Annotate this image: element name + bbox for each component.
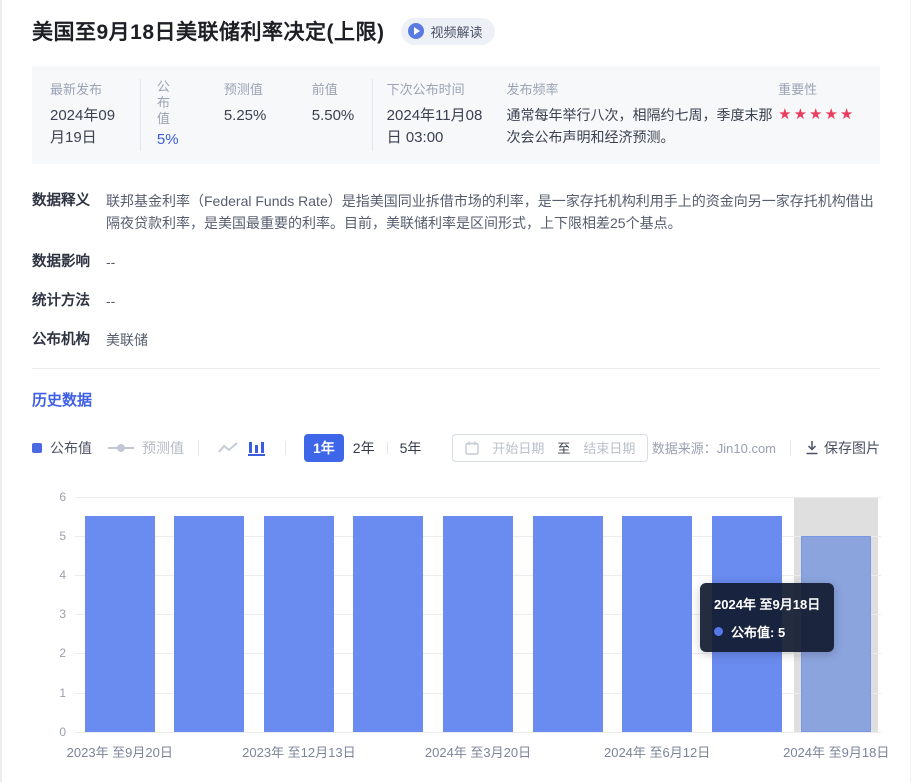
save-image-button[interactable]: 保存图片 xyxy=(805,438,880,458)
section-divider xyxy=(32,368,880,369)
y-axis-tick-label: 0 xyxy=(32,725,66,739)
tab-5-year[interactable]: 5年 xyxy=(391,434,431,462)
end-date-input[interactable]: 结束日期 xyxy=(583,438,635,457)
tab-separator xyxy=(387,442,388,454)
section-text: 美联储 xyxy=(106,329,880,351)
section-label: 数据影响 xyxy=(32,251,106,273)
stat-label: 下次公布时间 xyxy=(387,79,493,98)
chart-tooltip: 2024年 至9月18日 公布值: 5 xyxy=(700,583,834,652)
definition-sections: 数据释义 联邦基金利率（Federal Funds Rate）是指美国同业拆借市… xyxy=(32,190,880,351)
toolbar-divider xyxy=(198,441,199,455)
bar-4[interactable] xyxy=(443,516,513,731)
date-to-label: 至 xyxy=(557,438,570,457)
section-publishing-agency: 公布机构 美联储 xyxy=(32,329,880,351)
stat-importance: 重要性 ★★★★★ xyxy=(778,79,864,125)
stat-forecast: 预测值 5.25% xyxy=(224,79,284,127)
y-axis-tick-label: 4 xyxy=(32,568,66,582)
x-axis-tick-label: 2024年 至9月18日 xyxy=(783,742,889,761)
range-tabs: 1年 2年 5年 xyxy=(304,434,430,462)
section-data-definition: 数据释义 联邦基金利率（Federal Funds Rate）是指美国同业拆借市… xyxy=(32,190,880,234)
section-text: -- xyxy=(106,251,880,273)
tab-1-year[interactable]: 1年 xyxy=(304,434,344,462)
bar-6[interactable] xyxy=(622,516,692,731)
section-label: 公布机构 xyxy=(32,329,106,351)
y-axis-tick-label: 1 xyxy=(32,686,66,700)
stat-label: 最新发布 xyxy=(50,79,128,98)
calendar-icon xyxy=(465,441,479,455)
stat-label: 发布频率 xyxy=(507,79,779,98)
toolbar-divider xyxy=(790,441,791,455)
importance-stars-icon: ★★★★★ xyxy=(778,105,864,125)
legend-label: 公布值 xyxy=(50,438,92,458)
tooltip-value: 公布值: 5 xyxy=(731,622,785,641)
stat-value: 2024年11月08日 03:00 xyxy=(387,105,493,149)
line-chart-icon[interactable] xyxy=(218,441,238,455)
indicator-detail-page: 美国至9月18日美联储利率决定(上限) 视频解读 最新发布 2024年09月19… xyxy=(2,0,910,782)
stat-label: 重要性 xyxy=(778,79,864,98)
legend-published-value[interactable]: 公布值 xyxy=(32,438,92,458)
bar-1[interactable] xyxy=(174,516,244,731)
toolbar-right: 数据来源：Jin10.com 保存图片 xyxy=(652,438,880,458)
stat-value: 通常每年举行八次，相隔约七周，季度末那次会公布声明和经济预测。 xyxy=(507,105,779,148)
stat-previous: 前值 5.50% xyxy=(312,79,358,127)
gridline xyxy=(75,497,881,498)
stats-bar: 最新发布 2024年09月19日 公布值 5% 预测值 5.25% 前值 5.5… xyxy=(32,66,880,164)
x-axis-tick-label: 2024年 至6月12日 xyxy=(604,742,710,761)
chart-toolbar: 公布值 预测值 1年 2年 5年 开始日期 至 结束日期 数据来源：Jin10.… xyxy=(32,434,880,462)
gridline xyxy=(75,732,881,733)
play-icon xyxy=(408,23,424,39)
rate-history-chart: 2024年 至9月18日 公布值: 5 0 1 2 3 4 5 6 2023年 至9月20日 2… xyxy=(32,480,883,775)
stat-published-value: 公布值 5% xyxy=(157,79,197,151)
tooltip-value-row: 公布值: 5 xyxy=(714,622,820,641)
bar-5[interactable] xyxy=(533,516,603,731)
data-source-label: 数据来源：Jin10.com xyxy=(652,438,776,457)
stat-label: 前值 xyxy=(312,79,358,98)
stats-divider xyxy=(140,79,141,151)
date-range-picker[interactable]: 开始日期 至 结束日期 xyxy=(452,434,648,462)
legend-line-dot-icon xyxy=(108,447,134,449)
stat-label: 预测值 xyxy=(224,79,284,98)
stats-divider xyxy=(372,79,373,151)
x-axis-tick-label: 2024年 至3月20日 xyxy=(425,742,531,761)
save-image-label: 保存图片 xyxy=(824,438,880,458)
video-explain-button[interactable]: 视频解读 xyxy=(401,18,495,45)
bar-chart-icon[interactable] xyxy=(248,440,266,456)
y-axis-tick-label: 6 xyxy=(32,490,66,504)
section-statistic-method: 统计方法 -- xyxy=(32,290,880,312)
section-text: 联邦基金利率（Federal Funds Rate）是指美国同业拆借市场的利率，… xyxy=(106,190,880,234)
y-axis-tick-label: 3 xyxy=(32,607,66,621)
section-label: 统计方法 xyxy=(32,290,106,312)
download-icon xyxy=(805,440,819,455)
x-axis-tick-label: 2023年 至12月13日 xyxy=(242,742,355,761)
stat-label: 公布值 xyxy=(157,79,172,127)
bar-0[interactable] xyxy=(85,516,155,731)
section-label: 数据释义 xyxy=(32,190,106,234)
page-title: 美国至9月18日美联储利率决定(上限) xyxy=(32,16,385,46)
tab-2-year[interactable]: 2年 xyxy=(344,434,384,462)
video-badge-label: 视频解读 xyxy=(431,22,483,41)
stat-value: 5% xyxy=(157,129,197,151)
section-text: -- xyxy=(106,290,880,312)
start-date-input[interactable]: 开始日期 xyxy=(492,438,544,457)
x-axis-tick-label: 2023年 至9月20日 xyxy=(67,742,173,761)
stat-release-frequency: 发布频率 通常每年举行八次，相隔约七周，季度末那次会公布声明和经济预测。 xyxy=(507,79,779,148)
y-axis-tick-label: 5 xyxy=(32,529,66,543)
series-dot-icon xyxy=(714,627,723,636)
bar-3[interactable] xyxy=(353,516,423,731)
stat-next-release-time: 下次公布时间 2024年11月08日 03:00 xyxy=(387,79,493,149)
section-data-impact: 数据影响 -- xyxy=(32,251,880,273)
bar-2[interactable] xyxy=(264,516,334,731)
legend-forecast-value[interactable]: 预测值 xyxy=(108,438,184,458)
toolbar-divider xyxy=(285,441,286,455)
legend-label: 预测值 xyxy=(142,438,184,458)
title-row: 美国至9月18日美联储利率决定(上限) 视频解读 xyxy=(2,0,910,46)
y-axis-tick-label: 2 xyxy=(32,646,66,660)
stat-value: 2024年09月19日 xyxy=(50,105,128,149)
stat-value: 5.25% xyxy=(224,105,284,127)
legend-square-icon xyxy=(32,443,42,453)
tab-history-data[interactable]: 历史数据 xyxy=(32,389,880,410)
stat-latest-release: 最新发布 2024年09月19日 xyxy=(50,79,128,149)
tooltip-title: 2024年 至9月18日 xyxy=(714,594,820,613)
stat-value: 5.50% xyxy=(312,105,358,127)
